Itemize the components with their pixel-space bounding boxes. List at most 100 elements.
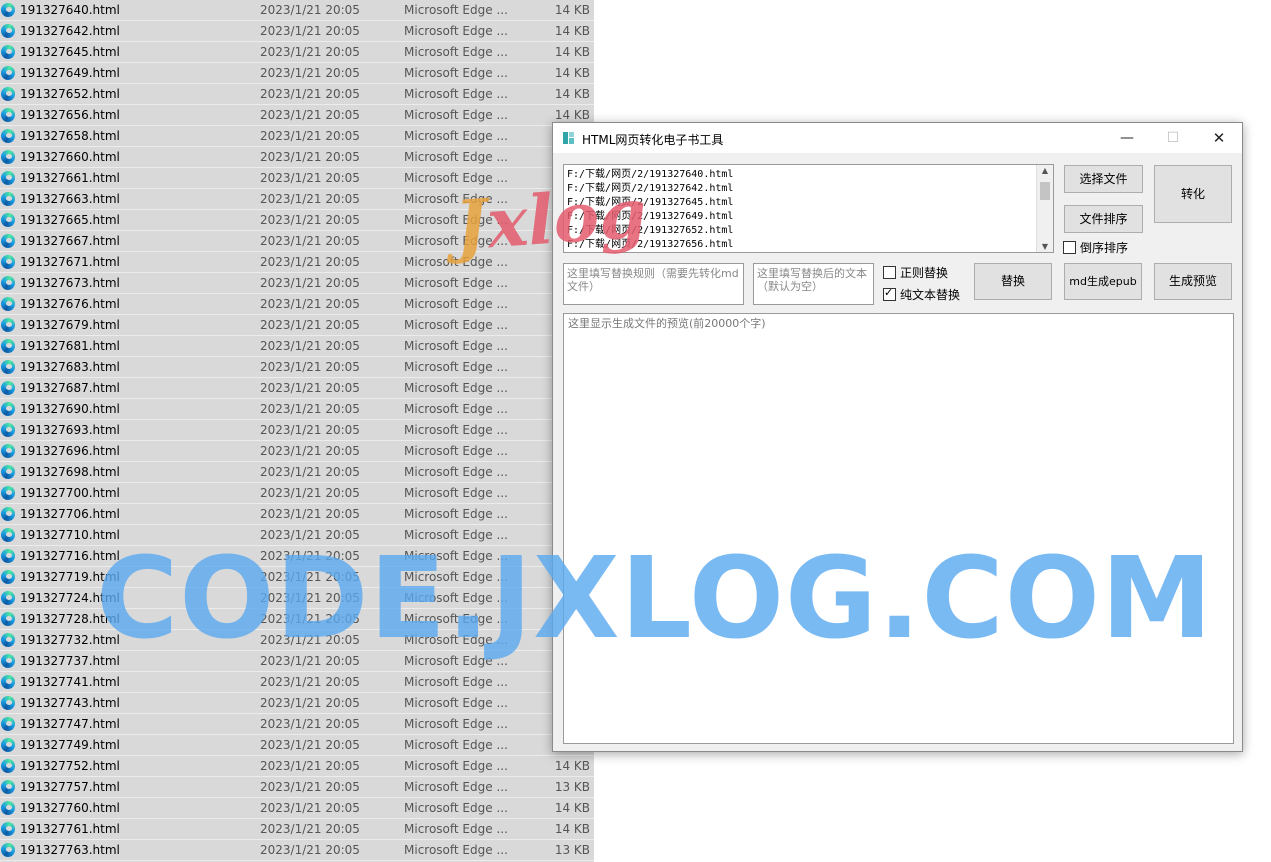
file-name: 191327763.html: [20, 843, 120, 857]
file-name: 191327757.html: [20, 780, 120, 794]
file-row[interactable]: 191327763.html 2023/1/21 20:05 Microsoft E…: [0, 840, 594, 861]
file-row[interactable]: 191327681.html 2023/1/21 20:05 Microsoft E…: [0, 336, 594, 357]
file-type: Microsoft Edge ...: [404, 717, 508, 731]
file-row[interactable]: 191327679.html 2023/1/21 20:05 Microsoft E…: [0, 315, 594, 336]
file-type: Microsoft Edge ...: [404, 507, 508, 521]
edge-icon: [1, 570, 15, 584]
edge-icon: [1, 171, 15, 185]
file-type: Microsoft Edge ...: [404, 423, 508, 437]
file-type: Microsoft Edge ...: [404, 822, 508, 836]
file-row[interactable]: 191327696.html 2023/1/21 20:05 Microsoft E…: [0, 441, 594, 462]
file-size: 14 KB: [554, 24, 590, 38]
file-size: 14 KB: [554, 759, 590, 773]
file-date: 2023/1/21 20:05: [260, 297, 360, 311]
scroll-down-icon[interactable]: ▼: [1037, 242, 1053, 251]
file-name: 191327658.html: [20, 129, 120, 143]
file-row[interactable]: 191327757.html 2023/1/21 20:05 Microsoft E…: [0, 777, 594, 798]
regex-replace-checkbox[interactable]: 正则替换: [883, 264, 948, 281]
file-row[interactable]: 191327640.html 2023/1/21 20:05 Microsoft E…: [0, 0, 594, 21]
file-date: 2023/1/21 20:05: [260, 717, 360, 731]
preview-area[interactable]: 这里显示生成文件的预览(前20000个字): [563, 313, 1234, 744]
file-row[interactable]: 191327642.html 2023/1/21 20:05 Microsoft E…: [0, 21, 594, 42]
minimize-button[interactable]: —: [1104, 123, 1150, 153]
file-name: 191327696.html: [20, 444, 120, 458]
file-row[interactable]: 191327698.html 2023/1/21 20:05 Microsoft E…: [0, 462, 594, 483]
file-name: 191327652.html: [20, 87, 120, 101]
file-date: 2023/1/21 20:05: [260, 171, 360, 185]
sort-file-button[interactable]: 文件排序: [1064, 205, 1143, 233]
file-row[interactable]: 191327660.html 2023/1/21 20:05 Microsoft E…: [0, 147, 594, 168]
regex-replace-box[interactable]: [883, 266, 896, 279]
replace-button[interactable]: 替换: [974, 263, 1052, 300]
list-scrollbar[interactable]: ▲ ▼: [1036, 165, 1053, 252]
watermark-logo-rest: xlog: [484, 173, 650, 265]
file-row[interactable]: 191327687.html 2023/1/21 20:05 Microsoft E…: [0, 378, 594, 399]
file-row[interactable]: 191327761.html 2023/1/21 20:05 Microsoft E…: [0, 819, 594, 840]
file-type: Microsoft Edge ...: [404, 87, 508, 101]
file-row[interactable]: 191327741.html 2023/1/21 20:05 Microsoft E…: [0, 672, 594, 693]
file-row[interactable]: 191327673.html 2023/1/21 20:05 Microsoft E…: [0, 273, 594, 294]
edge-icon: [1, 150, 15, 164]
generate-preview-button[interactable]: 生成预览: [1154, 263, 1232, 300]
replace-rule-field[interactable]: 这里填写替换规则（需要先转化md文件）: [563, 263, 744, 305]
reverse-sort-checkbox[interactable]: 倒序排序: [1063, 239, 1128, 256]
title-bar[interactable]: HTML网页转化电子书工具 — ☐ ✕: [553, 123, 1242, 153]
file-type: Microsoft Edge ...: [404, 66, 508, 80]
edge-icon: [1, 591, 15, 605]
watermark-logo: Jxlog: [452, 173, 649, 266]
file-row[interactable]: 191327700.html 2023/1/21 20:05 Microsoft E…: [0, 483, 594, 504]
file-name: 191327761.html: [20, 822, 120, 836]
file-type: Microsoft Edge ...: [404, 843, 508, 857]
select-file-button[interactable]: 选择文件: [1064, 165, 1143, 193]
edge-icon: [1, 360, 15, 374]
file-size: 14 KB: [554, 66, 590, 80]
close-button[interactable]: ✕: [1196, 123, 1242, 153]
edge-icon: [1, 801, 15, 815]
file-row[interactable]: 191327690.html 2023/1/21 20:05 Microsoft E…: [0, 399, 594, 420]
convert-button[interactable]: 转化: [1154, 165, 1232, 223]
file-row[interactable]: 191327752.html 2023/1/21 20:05 Microsoft E…: [0, 756, 594, 777]
file-name: 191327645.html: [20, 45, 120, 59]
file-row[interactable]: 191327645.html 2023/1/21 20:05 Microsoft E…: [0, 42, 594, 63]
maximize-button[interactable]: ☐: [1150, 123, 1196, 153]
file-row[interactable]: 191327683.html 2023/1/21 20:05 Microsoft E…: [0, 357, 594, 378]
plain-text-replace-box[interactable]: [883, 286, 896, 301]
file-name: 191327649.html: [20, 66, 120, 80]
reverse-sort-box[interactable]: [1063, 241, 1076, 254]
file-date: 2023/1/21 20:05: [260, 360, 360, 374]
file-row[interactable]: 191327658.html 2023/1/21 20:05 Microsoft E…: [0, 126, 594, 147]
file-row[interactable]: 191327693.html 2023/1/21 20:05 Microsoft E…: [0, 420, 594, 441]
file-name: 191327683.html: [20, 360, 120, 374]
file-row[interactable]: 191327743.html 2023/1/21 20:05 Microsoft E…: [0, 693, 594, 714]
plain-text-replace-label: 纯文本替换: [900, 288, 961, 302]
file-date: 2023/1/21 20:05: [260, 801, 360, 815]
file-type: Microsoft Edge ...: [404, 129, 508, 143]
scroll-up-icon[interactable]: ▲: [1037, 166, 1053, 175]
edge-icon: [1, 339, 15, 353]
file-row[interactable]: 191327656.html 2023/1/21 20:05 Microsoft E…: [0, 105, 594, 126]
edge-icon: [1, 66, 15, 80]
file-name: 191327665.html: [20, 213, 120, 227]
file-date: 2023/1/21 20:05: [260, 24, 360, 38]
file-row[interactable]: 191327649.html 2023/1/21 20:05 Microsoft E…: [0, 63, 594, 84]
file-date: 2023/1/21 20:05: [260, 444, 360, 458]
file-row[interactable]: 191327749.html 2023/1/21 20:05 Microsoft E…: [0, 735, 594, 756]
file-date: 2023/1/21 20:05: [260, 150, 360, 164]
file-row[interactable]: 191327706.html 2023/1/21 20:05 Microsoft E…: [0, 504, 594, 525]
edge-icon: [1, 234, 15, 248]
edge-icon: [1, 108, 15, 122]
file-row[interactable]: 191327760.html 2023/1/21 20:05 Microsoft E…: [0, 798, 594, 819]
file-row[interactable]: 191327676.html 2023/1/21 20:05 Microsoft E…: [0, 294, 594, 315]
file-name: 191327673.html: [20, 276, 120, 290]
file-date: 2023/1/21 20:05: [260, 192, 360, 206]
edge-icon: [1, 3, 15, 17]
file-row[interactable]: 191327747.html 2023/1/21 20:05 Microsoft E…: [0, 714, 594, 735]
file-row[interactable]: 191327652.html 2023/1/21 20:05 Microsoft E…: [0, 84, 594, 105]
file-name: 191327690.html: [20, 402, 120, 416]
edge-icon: [1, 255, 15, 269]
scroll-thumb[interactable]: [1040, 182, 1050, 200]
file-date: 2023/1/21 20:05: [260, 696, 360, 710]
replacement-text-field[interactable]: 这里填写替换后的文本（默认为空）: [753, 263, 874, 305]
md-to-epub-button[interactable]: md生成epub: [1064, 263, 1142, 300]
plain-text-replace-checkbox[interactable]: 纯文本替换: [883, 286, 960, 303]
